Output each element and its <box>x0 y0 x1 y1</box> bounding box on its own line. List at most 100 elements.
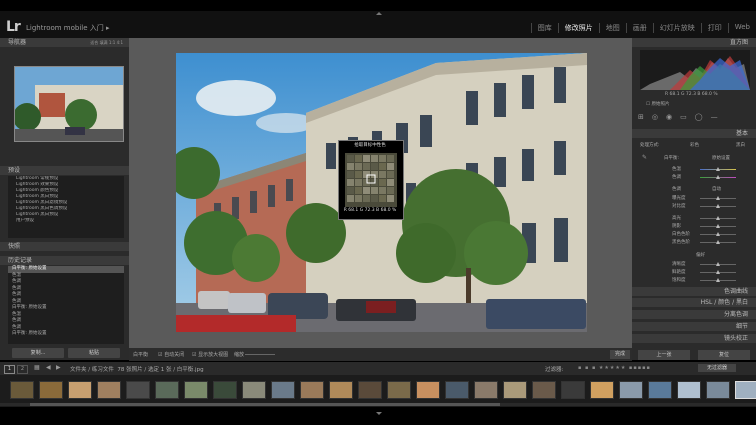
navigator-header[interactable]: 导航器 适合 填满 1:1 4:1 <box>0 38 129 47</box>
filmstrip-thumbnail[interactable] <box>677 381 701 399</box>
basic-header[interactable]: 基本 <box>632 129 756 138</box>
navigator-preview[interactable] <box>14 66 124 142</box>
whites-slider[interactable] <box>700 232 736 236</box>
tint-slider[interactable] <box>700 175 736 179</box>
module-map[interactable]: 地图 <box>598 23 626 33</box>
tone-auto[interactable]: 自动 <box>712 186 721 192</box>
zoom-4-1[interactable]: 4:1 <box>117 40 123 45</box>
filmstrip-thumbnail[interactable] <box>271 381 295 399</box>
module-book[interactable]: 画册 <box>625 23 653 33</box>
filmstrip-thumbnail[interactable] <box>735 381 756 399</box>
filmstrip-thumbnail[interactable] <box>68 381 92 399</box>
histogram[interactable] <box>640 50 750 90</box>
filmstrip-thumbnail[interactable] <box>358 381 382 399</box>
adjustment-brush-icon[interactable]: — <box>711 113 718 123</box>
filmstrip-thumbnail[interactable] <box>387 381 411 399</box>
module-print[interactable]: 打印 <box>700 23 728 33</box>
tint-knob <box>716 175 720 179</box>
reset-button[interactable]: 复位 <box>698 350 750 360</box>
wb-eyedropper-icon[interactable]: ✎ <box>642 154 647 161</box>
done-button[interactable]: 完成 <box>610 350 630 359</box>
filmstrip-thumbnail[interactable] <box>561 381 585 399</box>
spot-removal-icon[interactable]: ◎ <box>652 113 658 123</box>
filmstrip-thumbnail[interactable] <box>329 381 353 399</box>
graduated-filter-icon[interactable]: ▭ <box>680 113 687 123</box>
copy-button[interactable]: 复制... <box>12 348 64 358</box>
wb-value[interactable]: 原始设置 <box>712 155 730 161</box>
filmstrip-thumbnail[interactable] <box>184 381 208 399</box>
temp-slider[interactable] <box>700 167 736 171</box>
scale-slider[interactable] <box>245 354 275 355</box>
module-slideshow[interactable]: 幻灯片放映 <box>652 23 701 33</box>
panel-lens-corrections[interactable]: 镜头校正 <box>632 334 756 343</box>
filmstrip-scroll-thumb[interactable] <box>30 403 500 406</box>
preset-folder[interactable]: 用户预设 <box>8 218 124 224</box>
filmstrip-thumbnail[interactable] <box>416 381 440 399</box>
history-header[interactable]: 历史记录 <box>0 256 129 265</box>
auto-dismiss-checkbox[interactable]: ☑ 自动关闭 <box>158 351 184 358</box>
filmstrip-thumbnail[interactable] <box>619 381 643 399</box>
red-eye-icon[interactable]: ◉ <box>666 113 672 123</box>
grid-view-icon[interactable]: ▦ <box>34 364 40 371</box>
treatment-color[interactable]: 彩色 <box>690 142 699 148</box>
vibrance-slider[interactable] <box>700 270 736 274</box>
collapse-bottom-icon[interactable] <box>376 412 382 415</box>
panel-detail[interactable]: 细节 <box>632 322 756 331</box>
forward-arrow-icon[interactable]: ▶ <box>56 364 61 371</box>
filmstrip-thumbnail[interactable] <box>242 381 266 399</box>
history-row[interactable]: 白平衡: 原始设置 <box>8 331 124 338</box>
page-2-button[interactable]: 2 <box>17 365 28 374</box>
filmstrip-source[interactable]: 文件夹 / 练习文件 78 张照片 / 选定 1 张 / 白平衡.jpg <box>70 365 204 373</box>
treatment-bw[interactable]: 黑白 <box>736 142 745 148</box>
filmstrip-thumbnail[interactable] <box>503 381 527 399</box>
filmstrip-thumbnail[interactable] <box>10 381 34 399</box>
collapse-top-icon[interactable] <box>376 12 382 15</box>
wb-selector-label[interactable]: 白平衡 <box>133 351 148 358</box>
saturation-slider[interactable] <box>700 278 736 282</box>
crop-tool-icon[interactable]: ⊞ <box>638 113 644 123</box>
previous-button[interactable]: 上一张 <box>638 350 690 360</box>
flag-filter-icons[interactable]: ▪ ▪ ▪ ★★★★★ ▪▪▪▪▪ <box>578 365 651 371</box>
filmstrip-thumbnail[interactable] <box>155 381 179 399</box>
panel-split-toning[interactable]: 分离色调 <box>632 310 756 319</box>
show-loupe-checkbox[interactable]: ☑ 显示放大视图 <box>192 351 228 358</box>
paste-button[interactable]: 粘贴 <box>68 348 120 358</box>
filmstrip-thumbnail[interactable] <box>445 381 469 399</box>
zoom-fill[interactable]: 填满 <box>100 40 108 45</box>
module-develop[interactable]: 修改照片 <box>557 23 599 33</box>
filmstrip-thumbnail[interactable] <box>706 381 730 399</box>
filter-dropdown[interactable]: 无过滤器 <box>698 364 736 372</box>
filmstrip-thumbnail[interactable] <box>590 381 614 399</box>
presets-header[interactable]: 预设 <box>0 166 129 175</box>
filmstrip-thumbnail[interactable] <box>300 381 324 399</box>
filmstrip-thumbnail[interactable] <box>126 381 150 399</box>
original-photo-checkbox[interactable]: ☐ 原始照片 <box>646 101 669 107</box>
radial-filter-icon[interactable]: ◯ <box>695 113 703 123</box>
clarity-slider[interactable] <box>700 262 736 266</box>
filmstrip-scrollbar[interactable] <box>0 403 756 406</box>
loupe-cell <box>347 179 354 186</box>
module-web[interactable]: Web <box>727 23 756 33</box>
panel-hsl[interactable]: HSL / 颜色 / 黑白 <box>632 298 756 307</box>
page-1-button[interactable]: 1 <box>4 365 15 374</box>
filmstrip-thumbnail[interactable] <box>213 381 237 399</box>
catalog-name: Lightroom mobile 入门 <box>26 24 104 32</box>
filmstrip-thumbnail[interactable] <box>97 381 121 399</box>
zoom-1-1[interactable]: 1:1 <box>109 40 115 45</box>
blacks-slider[interactable] <box>700 240 736 244</box>
contrast-slider[interactable] <box>700 204 736 208</box>
module-library[interactable]: 图库 <box>530 23 558 33</box>
shadows-slider[interactable] <box>700 224 736 228</box>
filmstrip-thumbnail[interactable] <box>532 381 556 399</box>
filmstrip-thumbnail[interactable] <box>648 381 672 399</box>
filmstrip-thumbnail[interactable] <box>474 381 498 399</box>
zoom-fit[interactable]: 适合 <box>90 40 98 45</box>
loupe-cell <box>379 171 386 178</box>
exposure-slider[interactable] <box>700 196 736 200</box>
filmstrip-thumbnail[interactable] <box>39 381 63 399</box>
snapshots-header[interactable]: 快照 <box>0 242 129 251</box>
panel-tone-curve[interactable]: 色调曲线 <box>632 287 756 296</box>
highlights-slider[interactable] <box>700 216 736 220</box>
back-arrow-icon[interactable]: ◀ <box>46 364 51 371</box>
histogram-header[interactable]: 直方图 <box>632 38 756 47</box>
